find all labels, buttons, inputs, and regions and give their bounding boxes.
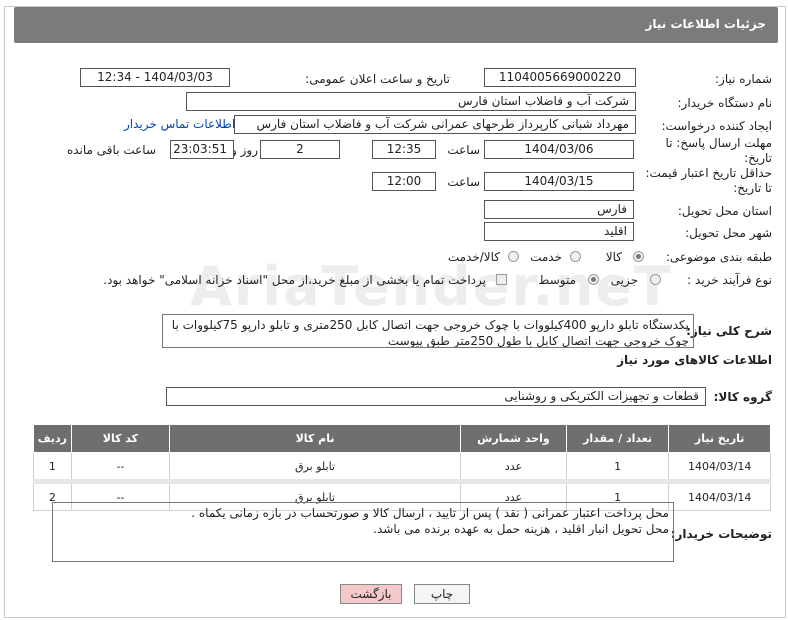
process-opt-medium: متوسط [538, 273, 576, 287]
buyer-notes-line-1: محل پرداخت اعتبار عمرانی ( نقد ) پس از ت… [191, 506, 669, 520]
col-need-date: تاریخ نیاز [668, 424, 771, 453]
col-row-index: ردیف [33, 424, 72, 453]
page-title: جزئیات اطلاعات نیاز [645, 17, 766, 31]
treasury-checkbox[interactable] [496, 274, 507, 285]
goods-group-field[interactable]: قطعات و تجهیزات الکتریکی و روشنایی [166, 387, 706, 406]
deadline-label: مهلت ارسال پاسخ: تا تاریخ: [665, 136, 772, 165]
validity-date-field[interactable]: 1404/03/15 [484, 172, 634, 191]
process-opt-partial: جزیی [610, 273, 638, 287]
col-goods-name: نام کالا [168, 424, 462, 453]
days-label: روز و [231, 143, 258, 157]
deadline-time-field[interactable]: 12:35 [372, 140, 436, 159]
deadline-date-field[interactable]: 1404/03/06 [484, 140, 634, 159]
cell-need-date: 1404/03/14 [668, 481, 771, 511]
creator-field[interactable]: مهرداد شبانی کارپرداز طرحهای عمرانی شرکت… [234, 115, 636, 134]
city-label: شهر محل تحویل: [685, 226, 772, 240]
days-field[interactable]: 2 [260, 140, 340, 159]
need-number-field[interactable]: 1104005669000220 [484, 68, 636, 87]
col-goods-code: کد کالا [70, 424, 171, 453]
category-label: طبقه بندی موضوعی: [665, 250, 772, 264]
contact-buyer-link[interactable]: اطلاعات تماس خریدار [124, 117, 235, 131]
buyer-notes-label: توضیحات خریدار: [670, 527, 772, 541]
category-radio-service[interactable] [570, 251, 581, 262]
deadline-time-label: ساعت [447, 143, 480, 157]
buyer-notes-field[interactable]: محل پرداخت اعتبار عمرانی ( نقد ) پس از ت… [52, 502, 674, 562]
province-label: استان محل تحویل: [677, 204, 772, 218]
remaining-label: ساعت باقی مانده [66, 143, 156, 157]
announce-field[interactable]: 1404/03/03 - 12:34 [80, 68, 230, 87]
category-radio-both[interactable] [508, 251, 519, 262]
header-bar: جزئیات اطلاعات نیاز [14, 7, 778, 43]
province-field[interactable]: فارس [484, 200, 634, 219]
cell-unit: عدد [460, 452, 567, 484]
general-desc-label: شرح کلی نیاز: [686, 324, 772, 338]
announce-label: تاریخ و ساعت اعلان عمومی: [305, 72, 450, 86]
print-button[interactable]: چاپ [414, 584, 470, 604]
cell-goods-code: -- [70, 452, 171, 484]
goods-section-title: اطلاعات کالاهای مورد نیاز [617, 353, 772, 367]
payment-note: پرداخت تمام یا بخشی از مبلغ خرید،از محل … [103, 273, 486, 287]
col-quantity: تعداد / مقدار [565, 424, 670, 453]
back-button[interactable]: بازگشت [340, 584, 402, 604]
need-number-label: شماره نیاز: [715, 72, 772, 86]
buyer-org-label: نام دستگاه خریدار: [677, 96, 773, 110]
remaining-time-field[interactable]: 23:03:51 [170, 140, 234, 159]
cell-row-index: 1 [33, 452, 72, 484]
validity-time-label: ساعت [447, 175, 480, 189]
creator-label: ایجاد کننده درخواست: [661, 119, 772, 133]
validity-label: حداقل تاریخ اعتبار قیمت: تا تاریخ: [645, 166, 772, 195]
col-unit: واحد شمارش [460, 424, 567, 453]
category-radio-goods[interactable] [633, 251, 644, 262]
city-field[interactable]: اقلید [484, 222, 634, 241]
cell-need-date: 1404/03/14 [668, 452, 771, 484]
buyer-org-field[interactable]: شرکت آب و فاضلاب استان فارس [186, 92, 636, 111]
goods-group-label: گروه کالا: [713, 390, 772, 404]
process-radio-partial[interactable] [650, 274, 661, 285]
validity-time-field[interactable]: 12:00 [372, 172, 436, 191]
buyer-notes-line-2: محل تحویل انبار اقلید ، هزینه حمل به عهد… [373, 522, 669, 536]
goods-table: تاریخ نیاز تعداد / مقدار واحد شمارش نام … [33, 424, 771, 511]
category-opt-both: کالا/خدمت [447, 250, 500, 264]
general-desc-field[interactable]: یکدستگاه تابلو دارپو 400کیلووات با چوک خ… [162, 314, 694, 348]
cell-goods-name: تابلو برق [168, 452, 462, 484]
table-row[interactable]: 1404/03/14 1 عدد تابلو برق -- 1 [33, 452, 771, 484]
process-radio-medium[interactable] [588, 274, 599, 285]
category-opt-service: خدمت [530, 250, 562, 264]
cell-quantity: 1 [565, 452, 670, 484]
process-label: نوع فرآیند خرید : [687, 273, 772, 287]
category-opt-goods: کالا [605, 250, 622, 264]
